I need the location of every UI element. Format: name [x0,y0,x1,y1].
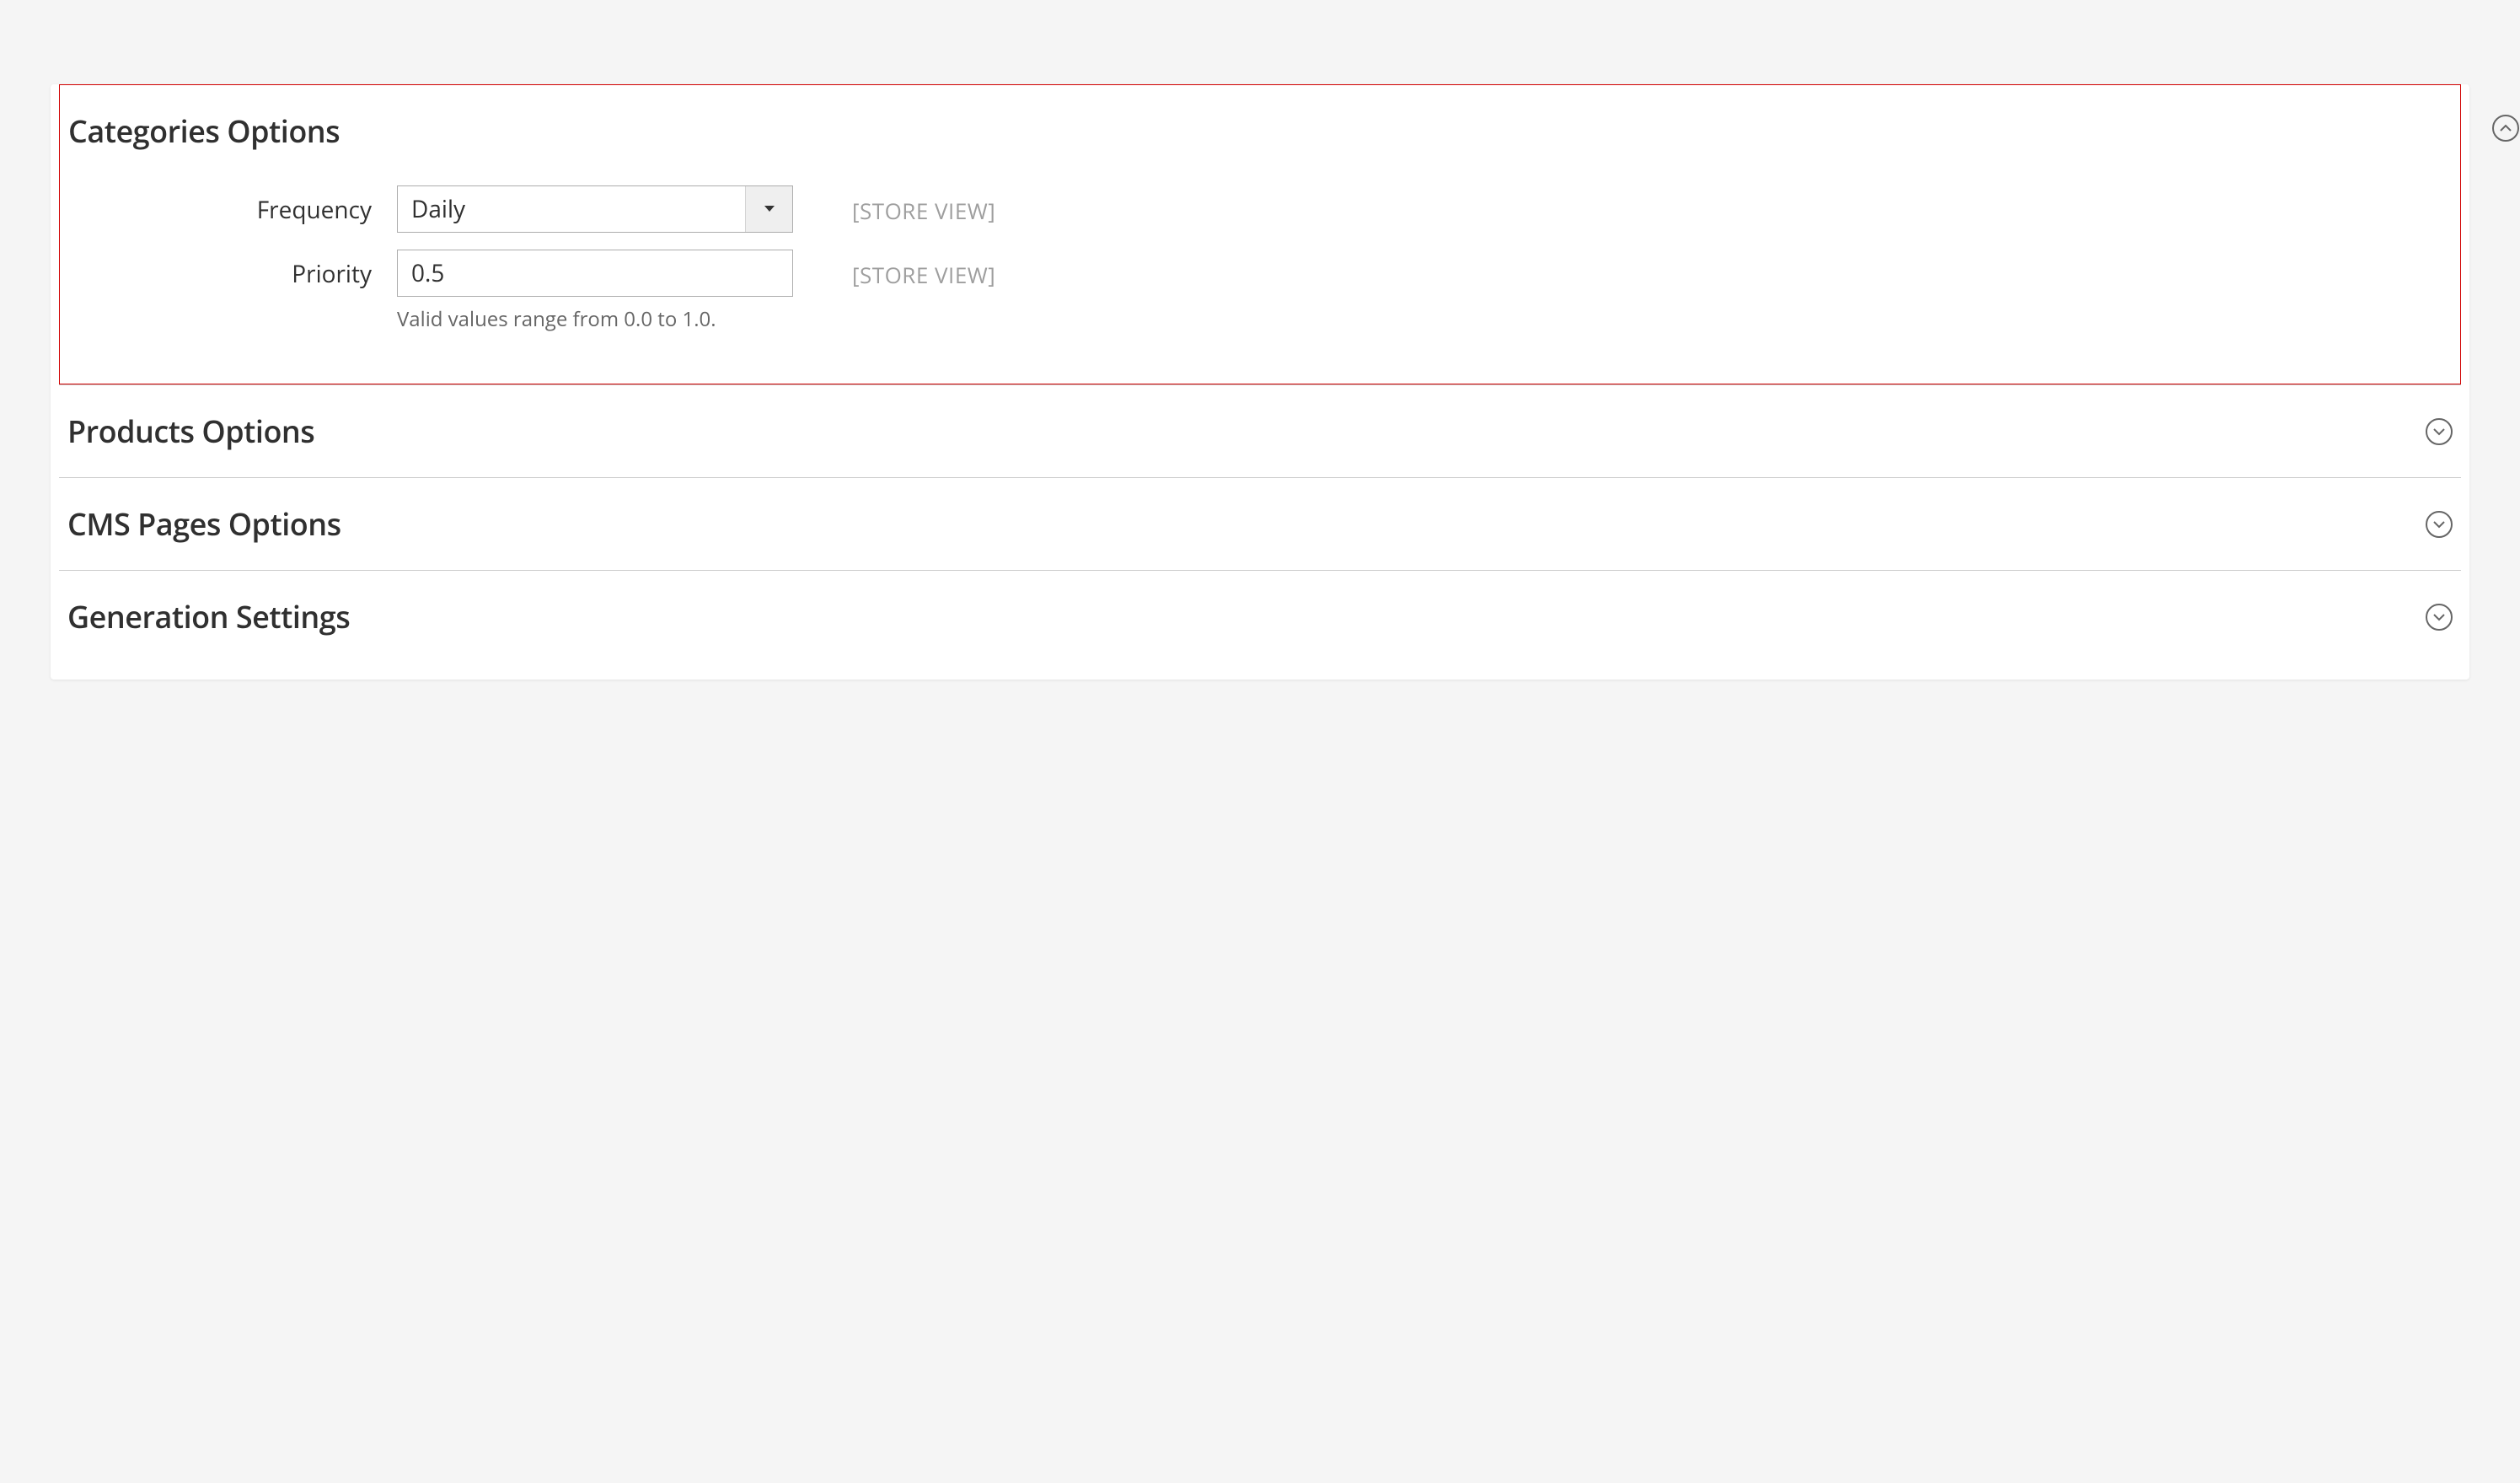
section-header-generation[interactable]: Generation Settings [59,571,2461,663]
section-header-products[interactable]: Products Options [59,385,2461,477]
frequency-select[interactable]: Daily [397,185,793,233]
section-header-cms-pages[interactable]: CMS Pages Options [59,478,2461,570]
section-title: Products Options [67,411,314,452]
chevron-down-icon [745,186,792,232]
field-row-priority: Priority Valid values range from 0.0 to … [77,250,2443,333]
section-categories-options: Categories Options Frequency Daily [STOR… [59,84,2461,384]
scope-label: [STORE VIEW] [793,185,995,226]
scope-label: [STORE VIEW] [793,250,995,290]
section-title: Categories Options [68,110,340,152]
field-label-frequency: Frequency [77,185,397,226]
settings-panel: Categories Options Frequency Daily [STOR… [51,84,2469,680]
chevron-down-icon [2426,511,2453,538]
field-row-frequency: Frequency Daily [STORE VIEW] [77,185,2443,233]
field-label-priority: Priority [77,250,397,290]
section-generation-settings: Generation Settings [59,570,2461,680]
priority-hint: Valid values range from 0.0 to 1.0. [397,305,793,333]
section-header-categories[interactable]: Categories Options [60,110,2460,185]
chevron-down-icon [2426,418,2453,445]
chevron-down-icon [2426,604,2453,631]
priority-input[interactable] [397,250,793,297]
section-title: CMS Pages Options [67,503,341,545]
section-title: Generation Settings [67,596,350,637]
chevron-up-icon[interactable] [2492,115,2519,142]
frequency-select-value: Daily [398,186,745,232]
section-cms-pages-options: CMS Pages Options [59,477,2461,570]
section-products-options: Products Options [59,384,2461,477]
section-body-categories: Frequency Daily [STORE VIEW] Priority Va… [60,185,2460,333]
